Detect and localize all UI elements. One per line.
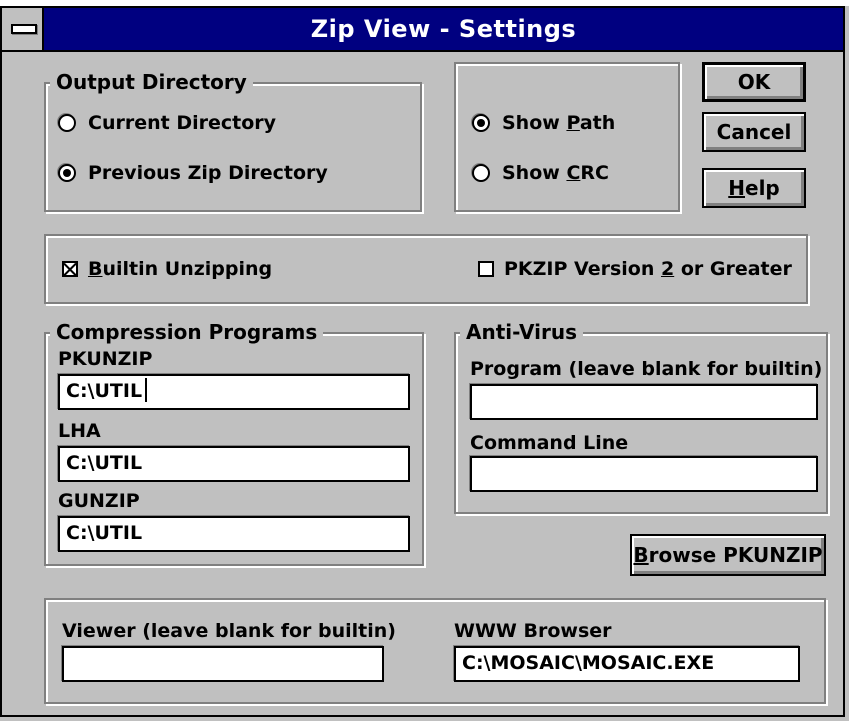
checkbox-pkzip-version-2[interactable]: PKZIP Version 2 or Greater <box>478 258 792 280</box>
www-browser-input[interactable]: C:\MOSAIC\MOSAIC.EXE <box>454 646 800 682</box>
text-cursor <box>145 378 148 402</box>
checkbox-builtin-unzipping-label: Builtin Unzipping <box>88 258 273 280</box>
pkunzip-label: PKUNZIP <box>58 348 153 370</box>
help-button[interactable]: Help <box>702 168 806 208</box>
viewer-label: Viewer (leave blank for builtin) <box>62 620 396 642</box>
browse-pkunzip-button[interactable]: Browse PKUNZIP <box>630 534 826 576</box>
title-bar: Zip View - Settings <box>2 8 843 52</box>
radio-show-crc-label: Show CRC <box>502 162 609 184</box>
window-title: Zip View - Settings <box>310 15 577 43</box>
radio-previous-zip-directory[interactable]: Previous Zip Directory <box>58 162 328 184</box>
settings-dialog: Zip View - Settings Output Directory Cur… <box>0 6 845 717</box>
radio-previous-zip-directory-label: Previous Zip Directory <box>88 162 328 184</box>
checkbox-builtin-unzipping-box <box>62 261 78 277</box>
checkbox-pkzip-version-2-label: PKZIP Version 2 or Greater <box>504 258 792 280</box>
output-directory-legend: Output Directory <box>50 70 253 94</box>
display-options-group <box>454 62 680 212</box>
compression-programs-legend: Compression Programs <box>50 320 324 344</box>
lha-path-input[interactable]: C:\UTIL <box>58 446 410 482</box>
www-browser-label: WWW Browser <box>454 620 612 642</box>
radio-show-crc-indicator <box>472 164 490 182</box>
radio-previous-zip-directory-indicator <box>58 164 76 182</box>
output-directory-group <box>44 82 422 212</box>
checkbox-builtin-unzipping[interactable]: Builtin Unzipping <box>62 258 272 280</box>
pkunzip-path-input[interactable]: C:\UTIL <box>58 374 410 410</box>
antivirus-program-label: Program (leave blank for builtin) <box>470 358 823 380</box>
radio-show-path-label: Show Path <box>502 112 616 134</box>
checkbox-pkzip-version-2-box <box>478 261 494 277</box>
radio-show-crc[interactable]: Show CRC <box>472 162 609 184</box>
system-menu-button[interactable] <box>2 8 44 50</box>
radio-current-directory[interactable]: Current Directory <box>58 112 276 134</box>
gunzip-path-input[interactable]: C:\UTIL <box>58 516 410 552</box>
cancel-button[interactable]: Cancel <box>702 112 806 152</box>
antivirus-program-input[interactable] <box>470 384 818 420</box>
antivirus-command-line-label: Command Line <box>470 432 629 454</box>
radio-show-path-indicator <box>472 114 490 132</box>
radio-current-directory-indicator <box>58 114 76 132</box>
radio-show-path[interactable]: Show Path <box>472 112 615 134</box>
antivirus-command-line-input[interactable] <box>470 456 818 492</box>
ok-button[interactable]: OK <box>702 62 806 102</box>
viewer-input[interactable] <box>62 646 384 682</box>
radio-current-directory-label: Current Directory <box>88 112 277 134</box>
system-menu-icon <box>11 24 37 34</box>
lha-label: LHA <box>58 420 101 442</box>
anti-virus-legend: Anti-Virus <box>460 320 583 344</box>
gunzip-label: GUNZIP <box>58 490 140 512</box>
